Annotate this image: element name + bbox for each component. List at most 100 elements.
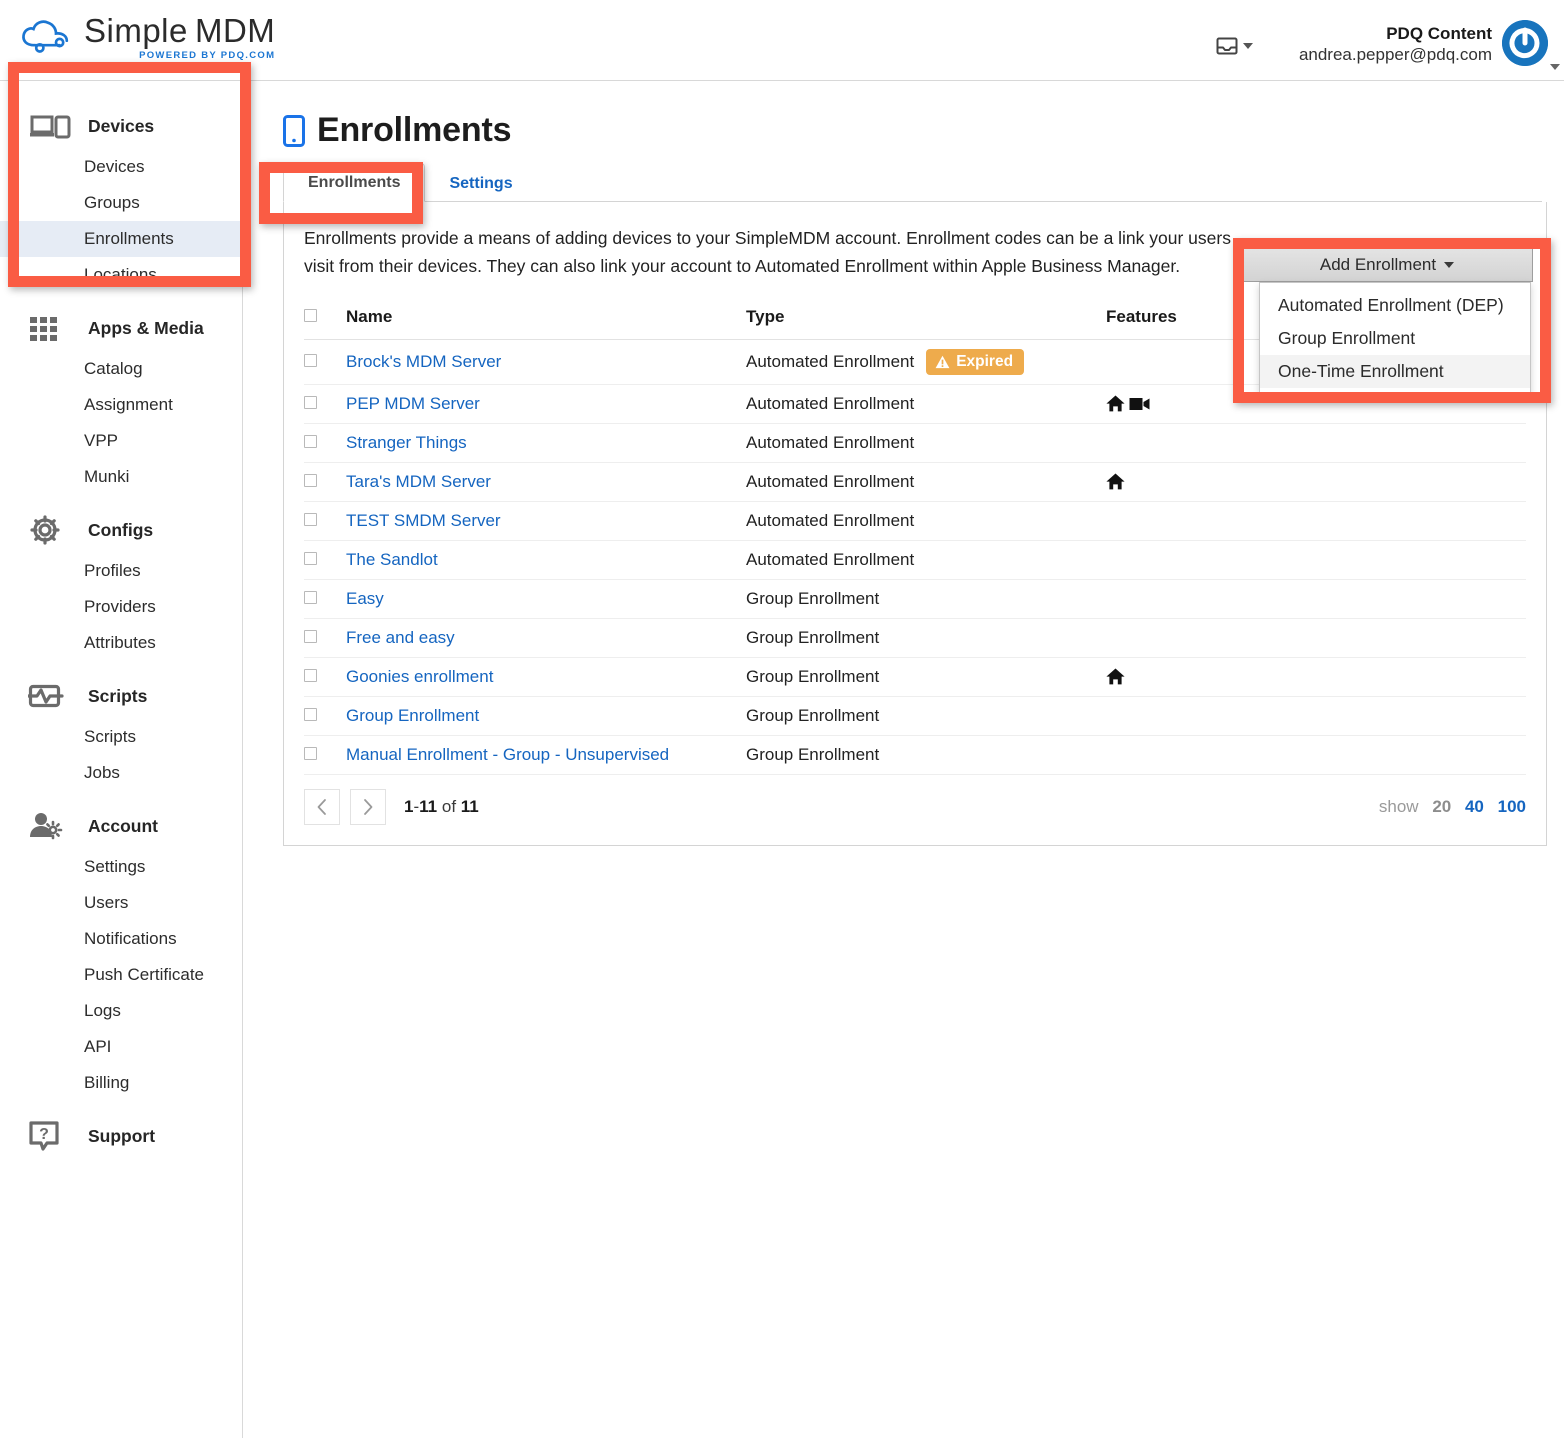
add-enrollment-button[interactable]: Add Enrollment: [1241, 247, 1533, 282]
row-checkbox[interactable]: [304, 590, 317, 604]
table-row: Stranger Things Automated Enrollment: [304, 423, 1526, 463]
row-name-cell: Tara's MDM Server: [346, 462, 746, 502]
row-name-cell: TEST SMDM Server: [346, 501, 746, 541]
sidebar-item-enrollments[interactable]: Enrollments: [0, 221, 242, 257]
sidebar-item-munki[interactable]: Munki: [0, 459, 242, 495]
table-row: Group Enrollment Group Enrollment: [304, 696, 1526, 736]
row-checkbox[interactable]: [304, 512, 317, 526]
table-row: The Sandlot Automated Enrollment: [304, 540, 1526, 580]
sidebar-group-support[interactable]: ? Support: [0, 1113, 242, 1159]
menu-item-group-enrollment[interactable]: Group Enrollment: [1260, 322, 1530, 355]
sidebar-group-devices[interactable]: Devices: [0, 103, 242, 149]
page-size-selector: show 20 40 100: [1379, 797, 1526, 817]
range-total: 11: [460, 796, 479, 816]
sidebar-item-billing[interactable]: Billing: [0, 1065, 242, 1101]
row-select-cell: [304, 339, 346, 385]
tab-bar: Enrollments Settings: [283, 160, 1542, 202]
panel-intro-text: Enrollments provide a means of adding de…: [304, 228, 1231, 277]
page-size-40[interactable]: 40: [1465, 797, 1484, 816]
inbox-menu-button[interactable]: [1216, 36, 1253, 56]
row-checkbox[interactable]: [304, 473, 317, 487]
sidebar-group-label: Devices: [88, 115, 155, 136]
enrollment-link[interactable]: Stranger Things: [346, 433, 467, 452]
row-type-cell: Group Enrollment: [746, 579, 1106, 619]
enrollment-link[interactable]: The Sandlot: [346, 550, 438, 569]
row-checkbox[interactable]: [304, 395, 317, 409]
next-page-button[interactable]: [350, 788, 386, 825]
sidebar-item-logs[interactable]: Logs: [0, 993, 242, 1029]
sidebar-item-devices[interactable]: Devices: [0, 149, 242, 185]
row-checkbox[interactable]: [304, 629, 317, 643]
select-all-checkbox[interactable]: [304, 308, 317, 322]
row-type-cell: Automated Enrollment: [746, 423, 1106, 463]
sidebar-group-configs[interactable]: Configs: [0, 507, 242, 553]
caret-down-icon: [1444, 261, 1455, 268]
inbox-icon: [1216, 37, 1238, 55]
row-select-cell: [304, 501, 346, 541]
sidebar-item-catalog[interactable]: Catalog: [0, 351, 242, 387]
row-name-cell: The Sandlot: [346, 540, 746, 580]
sidebar-item-scripts[interactable]: Scripts: [0, 719, 242, 755]
status-badge-label: Expired: [956, 352, 1014, 370]
enrollment-type: Group Enrollment: [746, 666, 880, 686]
row-name-cell: Goonies enrollment: [346, 657, 746, 697]
enrollment-link[interactable]: Tara's MDM Server: [346, 472, 491, 491]
enrollment-link[interactable]: Goonies enrollment: [346, 667, 493, 686]
enrollment-link[interactable]: Manual Enrollment - Group - Unsupervised: [346, 745, 669, 764]
sidebar-item-users[interactable]: Users: [0, 885, 242, 921]
sidebar-item-api[interactable]: API: [0, 1029, 242, 1065]
row-select-cell: [304, 579, 346, 619]
page-size-100[interactable]: 100: [1498, 797, 1526, 816]
sidebar-item-push-certificate[interactable]: Push Certificate: [0, 957, 242, 993]
enrollment-link[interactable]: Brock's MDM Server: [346, 352, 501, 371]
avatar-menu-button[interactable]: [1502, 20, 1560, 70]
sidebar-navigation: Devices Devices Groups Enrollments Locat…: [0, 81, 243, 1438]
sidebar-item-groups[interactable]: Groups: [0, 185, 242, 221]
menu-item-automated-enrollment-dep[interactable]: Automated Enrollment (DEP): [1260, 289, 1530, 322]
tab-enrollments[interactable]: Enrollments: [283, 163, 426, 202]
enrollment-link[interactable]: Free and easy: [346, 628, 455, 647]
column-header-name[interactable]: Name: [346, 302, 746, 340]
sidebar-item-vpp[interactable]: VPP: [0, 423, 242, 459]
enrollment-link[interactable]: PEP MDM Server: [346, 394, 480, 413]
sidebar-group-scripts[interactable]: Scripts: [0, 673, 242, 719]
sidebar-item-notifications[interactable]: Notifications: [0, 921, 242, 957]
row-type-cell: Group Enrollment: [746, 618, 1106, 658]
sidebar-item-attributes[interactable]: Attributes: [0, 625, 242, 661]
page-title-text: Enrollments: [317, 111, 512, 149]
row-checkbox[interactable]: [304, 551, 317, 565]
page-size-20[interactable]: 20: [1432, 797, 1451, 816]
enrollment-link[interactable]: Group Enrollment: [346, 706, 479, 725]
menu-item-one-time-enrollment[interactable]: One-Time Enrollment: [1260, 355, 1530, 388]
prev-page-button[interactable]: [304, 788, 340, 825]
sidebar-item-jobs[interactable]: Jobs: [0, 755, 242, 791]
row-features-cell: [1106, 423, 1526, 463]
sidebar-group-apps-media[interactable]: Apps & Media: [0, 305, 242, 351]
sidebar-item-settings[interactable]: Settings: [0, 849, 242, 885]
row-type-cell: Automated Enrollment: [746, 540, 1106, 580]
sidebar-item-locations[interactable]: Locations: [0, 257, 242, 293]
sidebar-group-label: Account: [88, 815, 158, 836]
row-checkbox[interactable]: [304, 353, 317, 367]
chevron-right-icon: [364, 798, 373, 815]
simplemdm-app-window: Simple MDM POWERED BY PDQ.COM PDQ Conten…: [0, 0, 1564, 1438]
row-checkbox[interactable]: [304, 707, 317, 721]
sidebar-group-account[interactable]: Account: [0, 803, 242, 849]
row-name-cell: Group Enrollment: [346, 696, 746, 736]
table-row: Manual Enrollment - Group - Unsupervised…: [304, 735, 1526, 775]
row-checkbox[interactable]: [304, 434, 317, 448]
chevron-down-icon: [1242, 43, 1253, 49]
enrollment-link[interactable]: Easy: [346, 589, 384, 608]
sidebar-item-providers[interactable]: Providers: [0, 589, 242, 625]
row-features-cell: [1106, 696, 1526, 736]
column-header-type[interactable]: Type: [746, 302, 1106, 340]
enrollment-link[interactable]: TEST SMDM Server: [346, 511, 501, 530]
video-camera-icon: [1129, 397, 1150, 410]
row-checkbox[interactable]: [304, 746, 317, 760]
brand-logo[interactable]: Simple MDM POWERED BY PDQ.COM: [20, 14, 275, 61]
sidebar-item-profiles[interactable]: Profiles: [0, 553, 242, 589]
sidebar-item-assignment[interactable]: Assignment: [0, 387, 242, 423]
row-checkbox[interactable]: [304, 668, 317, 682]
tab-settings[interactable]: Settings: [425, 165, 536, 202]
